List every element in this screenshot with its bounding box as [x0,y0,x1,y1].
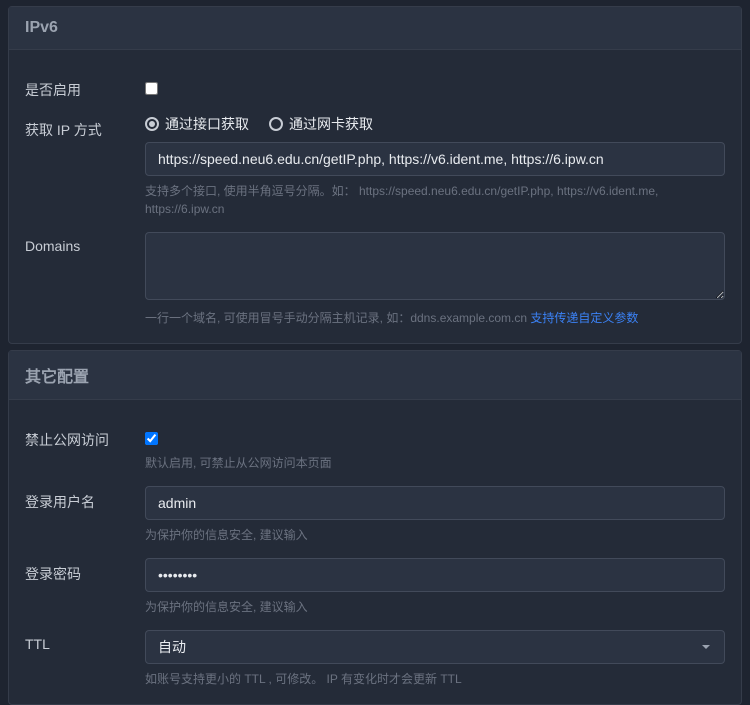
ip-method-row: 获取 IP 方式 通过接口获取 通过网卡获取 支持多个接口, 使用半角逗号分隔。… [25,114,725,218]
password-help: 为保护你的信息安全, 建议输入 [145,598,725,616]
radio-interface-label: 通过接口获取 [165,114,249,134]
other-panel-body: 禁止公网访问 默认启用, 可禁止从公网访问本页面 登录用户名 为保护你的信息安全… [9,400,741,704]
enable-label: 是否启用 [25,74,145,100]
ip-url-input[interactable] [145,142,725,176]
username-input[interactable] [145,486,725,520]
other-panel-title: 其它配置 [9,351,741,400]
ttl-select[interactable]: 自动 [145,630,725,664]
radio-netcard-label: 通过网卡获取 [289,114,373,134]
ipv6-panel-body: 是否启用 获取 IP 方式 通过接口获取 通过网卡获取 [9,50,741,343]
domains-textarea[interactable] [145,232,725,300]
username-row: 登录用户名 为保护你的信息安全, 建议输入 [25,486,725,544]
ttl-label: TTL [25,630,145,652]
other-panel: 其它配置 禁止公网访问 默认启用, 可禁止从公网访问本页面 登录用户名 为保护你… [8,350,742,705]
ttl-row: TTL 自动 如账号支持更小的 TTL , 可修改。 IP 有变化时才会更新 T… [25,630,725,688]
ip-method-radio-group: 通过接口获取 通过网卡获取 [145,114,725,134]
password-label: 登录密码 [25,558,145,584]
username-help: 为保护你的信息安全, 建议输入 [145,526,725,544]
block-public-checkbox[interactable] [145,432,158,445]
ip-method-help: 支持多个接口, 使用半角逗号分隔。如： https://speed.neu6.e… [145,182,725,218]
domains-help-text: 一行一个域名, 可使用冒号手动分隔主机记录, 如：ddns.example.co… [145,311,530,325]
block-public-help: 默认启用, 可禁止从公网访问本页面 [145,454,725,472]
radio-icon [269,117,283,131]
block-public-row: 禁止公网访问 默认启用, 可禁止从公网访问本页面 [25,424,725,472]
enable-row: 是否启用 [25,74,725,100]
block-public-label: 禁止公网访问 [25,424,145,450]
password-row: 登录密码 为保护你的信息安全, 建议输入 [25,558,725,616]
ipv6-panel: IPv6 是否启用 获取 IP 方式 通过接口获取 通过网卡获取 [8,6,742,344]
password-input[interactable] [145,558,725,592]
domains-row: Domains 一行一个域名, 可使用冒号手动分隔主机记录, 如：ddns.ex… [25,232,725,327]
ipv6-panel-title: IPv6 [9,7,741,50]
radio-interface[interactable]: 通过接口获取 [145,114,249,134]
radio-netcard[interactable]: 通过网卡获取 [269,114,373,134]
domains-help: 一行一个域名, 可使用冒号手动分隔主机记录, 如：ddns.example.co… [145,309,725,327]
ip-method-label: 获取 IP 方式 [25,114,145,140]
username-label: 登录用户名 [25,486,145,512]
domains-label: Domains [25,232,145,254]
ttl-help: 如账号支持更小的 TTL , 可修改。 IP 有变化时才会更新 TTL [145,670,725,688]
radio-icon [145,117,159,131]
custom-params-link[interactable]: 支持传递自定义参数 [530,311,638,325]
enable-checkbox[interactable] [145,82,158,95]
